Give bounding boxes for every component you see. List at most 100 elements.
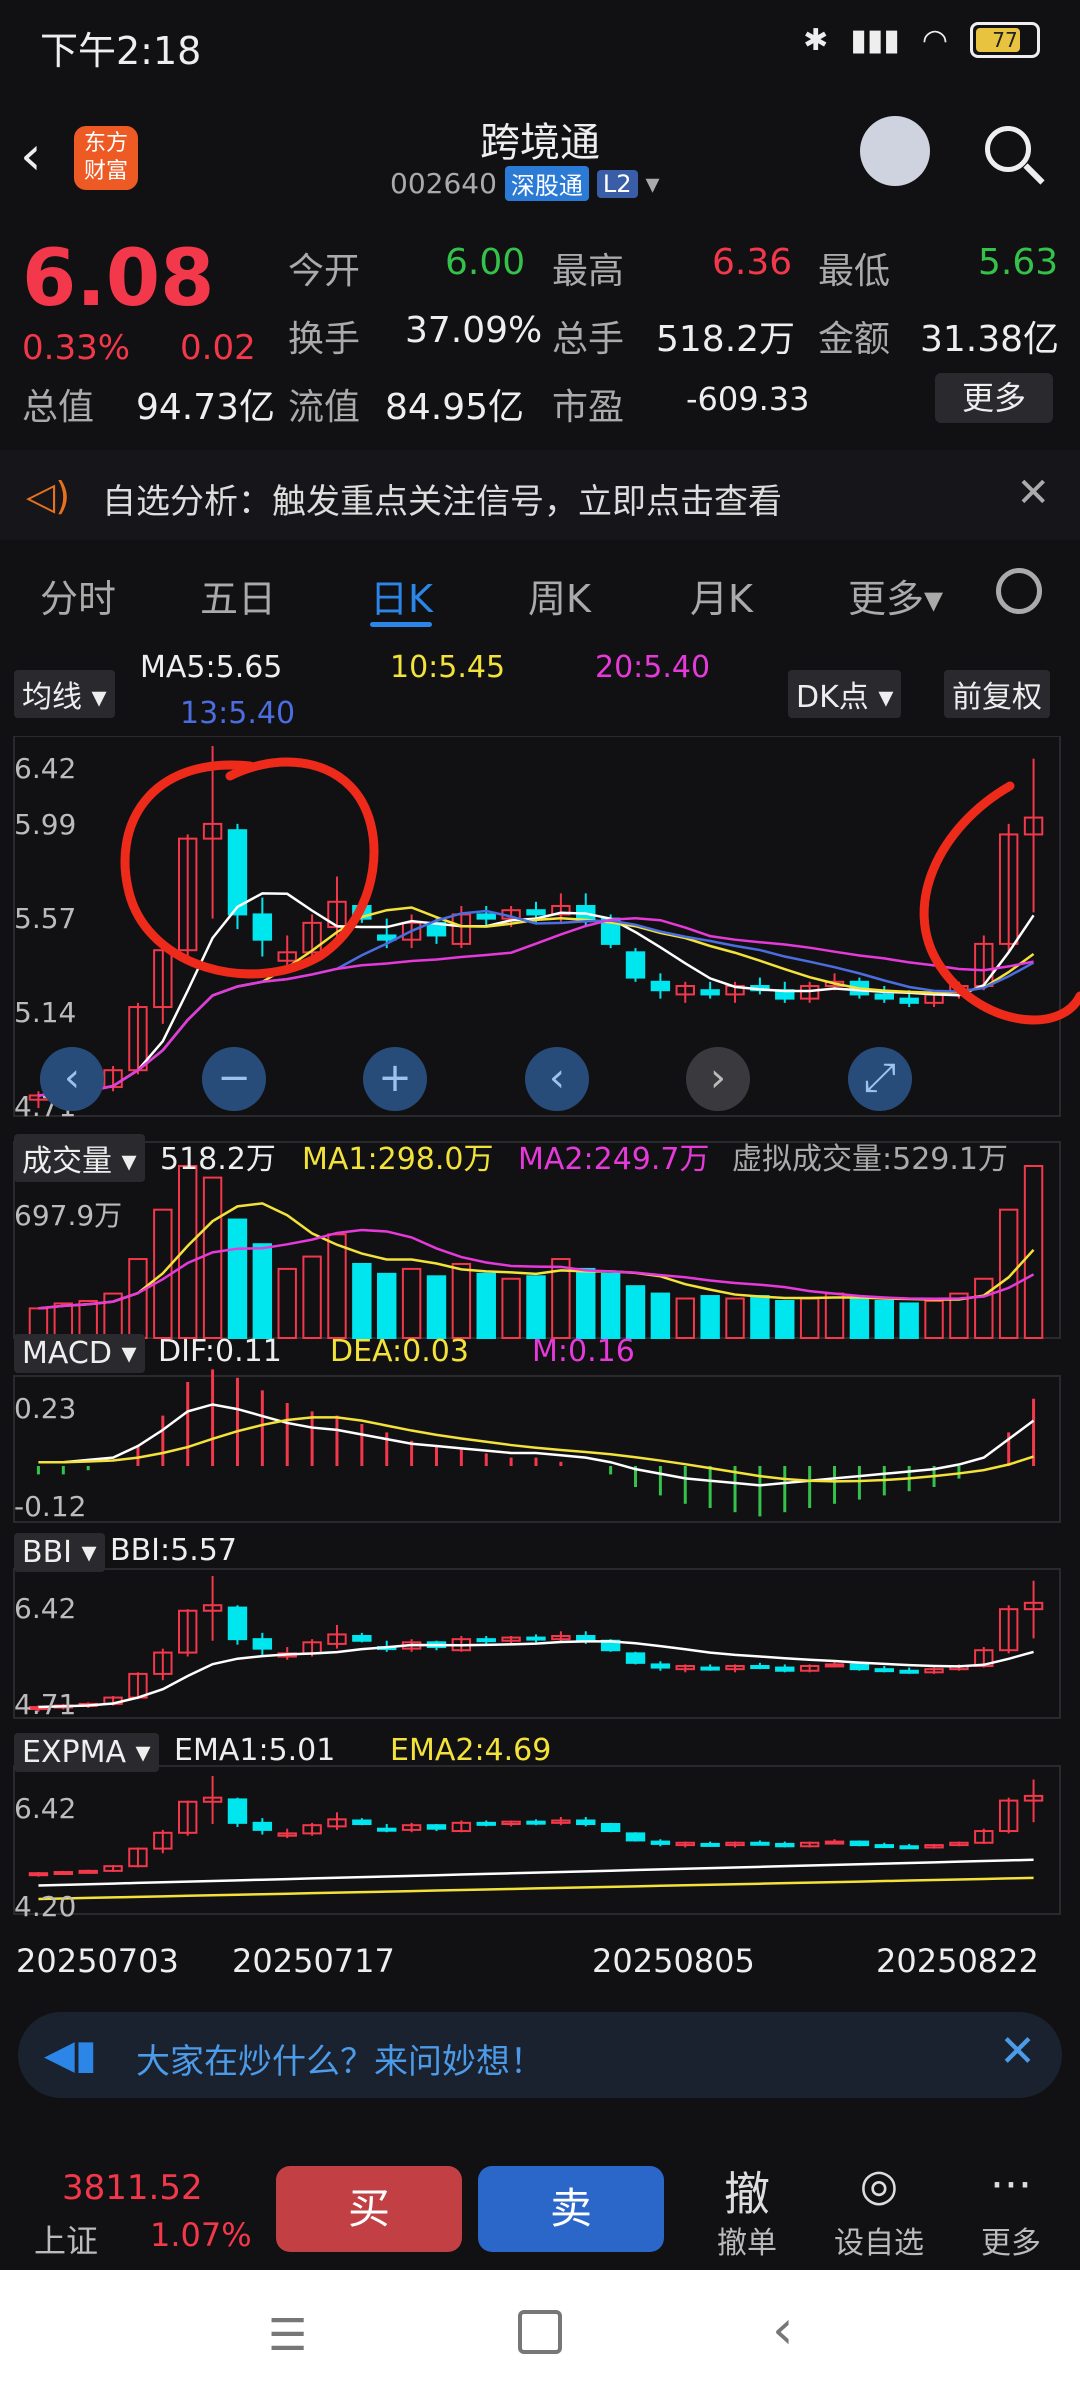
stock-code: 002640 (390, 167, 497, 200)
y-tick: 4.71 (14, 1688, 77, 1721)
status-time: 下午2:18 (40, 29, 202, 73)
search-icon[interactable] (985, 126, 1031, 172)
expma-indicator-select[interactable]: EXPMA ▾ (14, 1733, 159, 1772)
back-nav-icon[interactable]: ‹ (772, 2298, 794, 2361)
quote-value: 6.36 (712, 242, 793, 283)
candle-body-bbi (526, 1636, 546, 1641)
candle-body-bbi (874, 1668, 895, 1673)
add-watchlist-button[interactable]: 设自选 (824, 2218, 934, 2262)
volume-bar (252, 1243, 273, 1339)
index-name[interactable]: 上证 (34, 2216, 98, 2262)
more-dots-icon[interactable]: ··· (956, 2160, 1066, 2211)
assistant-avatar-icon[interactable] (860, 116, 930, 186)
dk-point-button[interactable]: DK点 ▾ (788, 670, 902, 718)
y-tick: -0.12 (14, 1490, 87, 1523)
annotation-circle (919, 781, 1080, 1025)
tab-monthly[interactable]: 月K (690, 568, 753, 623)
volume-bar (352, 1262, 372, 1340)
quote-panel: 6.08 0.33% 0.02 今开 6.00 最高 6.36 最低 5.63 … (0, 220, 1080, 445)
candle-body (899, 997, 919, 1004)
candle-body-bbi (849, 1663, 870, 1671)
fullscreen-icon[interactable]: ⤢ (848, 1047, 912, 1111)
ask-text[interactable]: 大家在炒什么？来问妙想！ (136, 2034, 544, 2083)
menu-icon[interactable]: ☰ (268, 2310, 307, 2361)
quote-value: 37.09% (405, 310, 543, 351)
candle-body (227, 829, 248, 916)
volume-bar (625, 1285, 646, 1340)
tab-intraday[interactable]: 分时 (40, 568, 116, 623)
volume-bar (128, 1258, 148, 1340)
candle-body-bbi (476, 1638, 496, 1643)
y-tick: 5.99 (14, 808, 77, 841)
quote-label: 换手 (288, 319, 361, 360)
y-tick: 6.42 (14, 1792, 77, 1825)
close-icon[interactable]: ✕ (1016, 470, 1050, 516)
status-bar: 下午2:18 ✱ ▮▮▮ ◠ 77 (0, 0, 1080, 86)
home-icon[interactable] (518, 2310, 562, 2354)
volume-bar (426, 1275, 447, 1339)
tab-weekly[interactable]: 周K (528, 568, 591, 623)
watchlist-icon[interactable]: ◎ (824, 2160, 934, 2211)
tab-more[interactable]: 更多▾ (848, 568, 943, 623)
chart-scroll-left-button[interactable]: ‹ (40, 1047, 104, 1111)
candle-body-bbi (775, 1666, 795, 1672)
ma20-label: 20:5.40 (595, 650, 711, 685)
next-button[interactable]: › (686, 1047, 750, 1111)
volume-bar (650, 1292, 671, 1339)
adjust-button[interactable]: 前复权 (944, 670, 1050, 718)
cancel-order-button[interactable]: 撤单 (692, 2218, 802, 2262)
market-tag: 深股通 (504, 166, 589, 201)
tab-five-day[interactable]: 五日 (200, 568, 276, 623)
volume-bar (501, 1277, 521, 1339)
battery-icon: 77 (970, 22, 1040, 58)
notice-text[interactable]: 自选分析：触发重点关注信号，立即点击查看 (102, 474, 782, 523)
volume-bar (302, 1255, 322, 1340)
indicator-select[interactable]: 均线 ▾ (14, 670, 115, 718)
gear-icon[interactable] (996, 568, 1042, 614)
candle-body-bbi (650, 1663, 671, 1669)
sell-button[interactable]: 卖 (478, 2166, 664, 2252)
volume-bar (998, 1208, 1019, 1339)
candle-body-expma (252, 1821, 273, 1831)
candle-body (700, 989, 720, 996)
index-value[interactable]: 3811.52 (62, 2168, 203, 2208)
notice-banner[interactable]: ◁) 自选分析：触发重点关注信号，立即点击查看 ✕ (0, 450, 1080, 540)
candle-body-bbi (824, 1663, 845, 1668)
candle-body-expma (899, 1845, 919, 1850)
tab-daily[interactable]: 日K (370, 568, 433, 623)
more-button[interactable]: 更多 (956, 2218, 1066, 2262)
cancel-order-icon[interactable]: 撤 (692, 2158, 802, 2224)
date-tick: 20250703 (16, 1942, 179, 1980)
volume-bar (78, 1299, 98, 1339)
y-tick: 4.20 (14, 1890, 77, 1923)
megaphone-icon: ◀▮ (44, 2032, 97, 2078)
close-icon[interactable]: ✕ (999, 2026, 1036, 2077)
bbi-indicator-select[interactable]: BBI ▾ (14, 1533, 105, 1572)
volume-ma1: MA1:298.0万 (302, 1142, 494, 1177)
ask-assistant-bar[interactable]: ◀▮ 大家在炒什么？来问妙想！ ✕ (18, 2012, 1062, 2098)
volume-bar (775, 1299, 795, 1339)
bluetooth-icon: ✱ (803, 22, 829, 58)
macd-indicator-select[interactable]: MACD ▾ (14, 1334, 145, 1373)
buy-button[interactable]: 买 (276, 2166, 462, 2252)
y-tick: 0.23 (14, 1392, 77, 1425)
y-tick: 6.42 (14, 752, 77, 785)
candle-body (476, 913, 496, 920)
prev-button[interactable]: ‹ (525, 1047, 589, 1111)
macd-dif: DIF:0.11 (158, 1334, 282, 1369)
volume-bar (1023, 1165, 1044, 1339)
quote-label: 总手 (552, 319, 625, 360)
quote-label: 流值 (288, 387, 361, 428)
quote-label: 金额 (818, 319, 891, 360)
zoom-in-button[interactable]: + (363, 1047, 427, 1111)
volume-bar (476, 1272, 496, 1339)
stock-code-row[interactable]: 002640 深股通 L2 ▾ (390, 166, 660, 201)
quote-label: 总值 (22, 387, 95, 428)
date-tick: 20250805 (592, 1942, 755, 1980)
volume-indicator-select[interactable]: 成交量 ▾ (14, 1134, 145, 1182)
quote-value: -609.33 (686, 380, 810, 418)
candle-body-expma (377, 1827, 397, 1832)
more-quote-button[interactable]: 更多 (935, 373, 1053, 423)
candle-body (874, 993, 895, 1000)
zoom-out-button[interactable]: − (202, 1047, 266, 1111)
